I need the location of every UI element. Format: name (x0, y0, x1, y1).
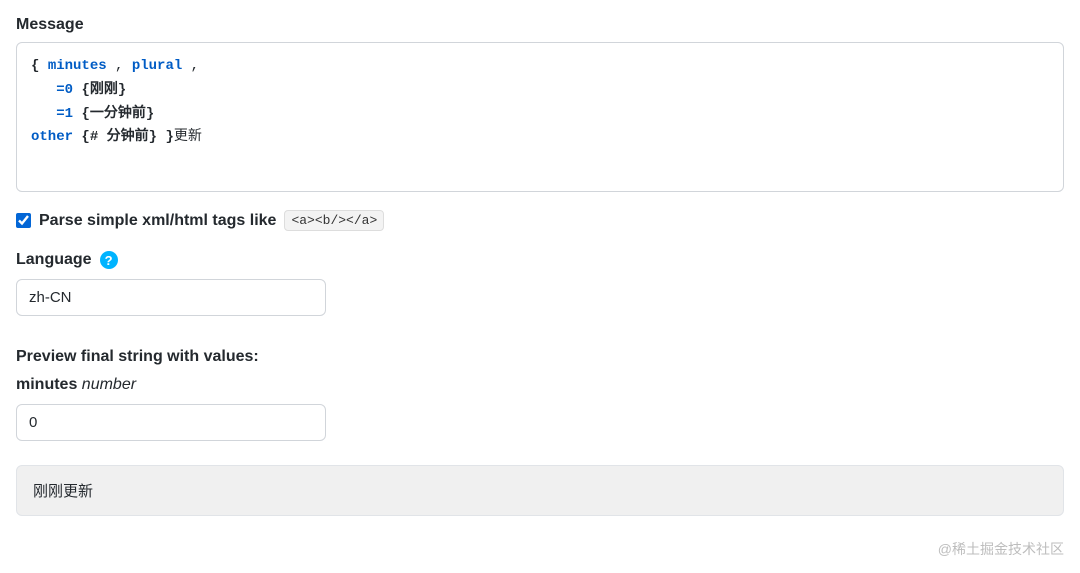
code-text: 一分钟前 (90, 106, 146, 122)
minutes-input[interactable] (16, 404, 326, 441)
code-hash: # (90, 129, 98, 145)
preview-var-name: minutes (16, 376, 77, 393)
indent (31, 106, 56, 122)
code-comma: , (107, 58, 132, 74)
code-key-plural: plural (132, 58, 182, 74)
indent (31, 82, 56, 98)
preview-output: 刚刚更新 (16, 465, 1064, 516)
brace-close: } (146, 106, 154, 122)
parse-xml-label: Parse simple xml/html tags like (39, 212, 276, 230)
language-label: Language (16, 251, 92, 269)
parse-xml-checkbox[interactable] (16, 213, 31, 228)
help-icon[interactable]: ? (100, 251, 118, 269)
code-case-1: =1 (56, 106, 73, 122)
code-case-0: =0 (56, 82, 73, 98)
brace-close: } (165, 129, 173, 145)
brace-open: { (81, 129, 89, 145)
code-var-minutes: minutes (48, 58, 107, 74)
parse-xml-row: Parse simple xml/html tags like <a><b/><… (16, 210, 1064, 231)
language-input[interactable] (16, 279, 326, 316)
code-text: 刚刚 (90, 82, 118, 98)
preview-var-type: number (82, 376, 136, 393)
preview-label: Preview final string with values: (16, 348, 1064, 366)
brace-close: } (149, 129, 157, 145)
code-key-other: other (31, 129, 73, 145)
parse-xml-example: <a><b/></a> (284, 210, 384, 231)
brace-open: { (81, 106, 89, 122)
preview-var-label: minutes number (16, 376, 1064, 394)
code-text: 分钟前 (98, 129, 148, 145)
brace-close: } (118, 82, 126, 98)
code-comma: , (182, 58, 199, 74)
message-code-box[interactable]: { minutes , plural , =0 {刚刚} =1 {一分钟前} o… (16, 42, 1064, 192)
brace-open: { (31, 58, 39, 74)
message-label: Message (16, 16, 1064, 34)
brace-open: { (81, 82, 89, 98)
code-tail: 更新 (174, 129, 202, 145)
watermark: @稀土掘金技术社区 (938, 539, 1064, 559)
